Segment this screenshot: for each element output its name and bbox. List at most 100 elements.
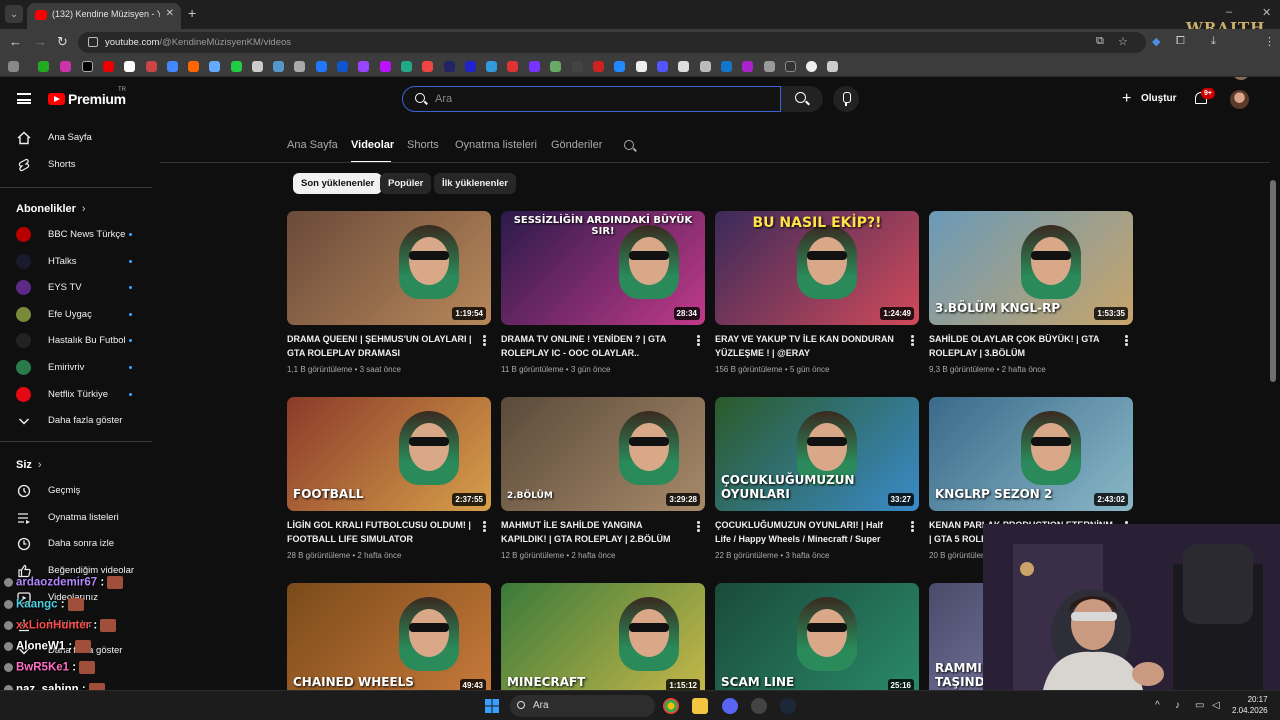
more-options-icon[interactable] (483, 335, 486, 346)
bookmark-icon[interactable] (593, 61, 604, 72)
bookmark-icon[interactable] (422, 61, 433, 72)
video-title[interactable]: ÇOCUKLUĞUMUZUN OYUNLARI! | Half Life / H… (715, 519, 900, 547)
search-button[interactable] (781, 86, 823, 112)
video-title[interactable]: ERAY VE YAKUP TV İLE KAN DONDURAN YÜZLEŞ… (715, 333, 900, 361)
more-options-icon[interactable] (697, 521, 700, 532)
steam-icon[interactable] (780, 698, 796, 714)
more-options-icon[interactable] (697, 335, 700, 346)
new-tab-button[interactable]: + (188, 5, 196, 21)
forward-button[interactable]: → (34, 34, 47, 49)
bookmark-icon[interactable] (614, 61, 625, 72)
sidebar-item-home[interactable]: Ana Sayfa (0, 125, 154, 151)
tab-posts[interactable]: Gönderiler (551, 139, 602, 151)
bookmark-icon[interactable] (721, 61, 732, 72)
video-card[interactable]: 1:19:54 DRAMA QUEEN! | ŞEHMUS'UN OLAYLARI… (287, 211, 491, 381)
sidebar-item-history[interactable]: Geçmiş (0, 478, 154, 504)
apps-icon[interactable] (8, 61, 19, 72)
more-options-icon[interactable] (911, 521, 914, 532)
video-card[interactable]: SCAM LINE 25:16 (715, 583, 919, 697)
bookmark-icon[interactable] (167, 61, 178, 72)
bookmark-icon[interactable] (401, 61, 412, 72)
chip-oldest[interactable]: İlk yüklenenler (434, 173, 517, 194)
bookmark-icon[interactable] (742, 61, 753, 72)
video-card[interactable]: MINECRAFT 1:15:12 (501, 583, 705, 697)
video-card[interactable]: FOOTBALL 2:37:55 LİGİN GOL KRALI FUTBOLCUS… (287, 397, 491, 567)
video-card[interactable]: 2.BÖLÜM 3:29:28 MAHMUT İLE SAHİLDE YANGINA… (501, 397, 705, 567)
tray-chevron-icon[interactable]: ^ (1155, 700, 1160, 711)
search-input[interactable] (435, 90, 765, 108)
bookmark-icon[interactable] (827, 61, 838, 72)
video-thumbnail[interactable]: ÇOCUKLUĞUMUZUN OYUNLARI 33:27 (715, 397, 919, 511)
search-box[interactable] (402, 86, 781, 112)
close-window-icon[interactable]: ✕ (1262, 6, 1271, 19)
sidebar-item-playlists[interactable]: Oynatma listeleri (0, 505, 154, 531)
sidebar-show-more[interactable]: Daha fazla göster (0, 408, 154, 434)
video-thumbnail[interactable]: MINECRAFT 1:15:12 (501, 583, 705, 697)
video-card[interactable]: SESSİZLİĞİN ARDINDAKİ BÜYÜK SIR! 28:34 DRA… (501, 211, 705, 381)
bookmark-icon[interactable] (678, 61, 689, 72)
address-bar[interactable]: youtube.com/@KendineMüzisyenKM/videos ⧉ … (78, 32, 1146, 53)
video-title[interactable]: LİGİN GOL KRALI FUTBOLCUSU OLDUM! | FOOT… (287, 519, 472, 547)
video-thumbnail[interactable]: CHAINED WHEELS 49:43 (287, 583, 491, 697)
bookmark-icon[interactable] (486, 61, 497, 72)
video-thumbnail[interactable]: SESSİZLİĞİN ARDINDAKİ BÜYÜK SIR! 28:34 (501, 211, 705, 325)
tab-playlists[interactable]: Oynatma listeleri (455, 139, 537, 151)
downloads-icon[interactable]: ⤓ (1211, 35, 1216, 48)
sidebar-subscription-item[interactable]: Emirivriv (0, 355, 154, 381)
chip-popular[interactable]: Popüler (380, 173, 432, 194)
sidebar-item-shorts[interactable]: Shorts (0, 152, 154, 178)
voice-search-button[interactable] (833, 86, 859, 112)
menu-icon[interactable] (17, 93, 31, 104)
more-options-icon[interactable] (911, 335, 914, 346)
extensions-icon[interactable]: ⧠ (1176, 35, 1185, 48)
video-title[interactable]: DRAMA QUEEN! | ŞEHMUS'UN OLAYLARI | GTA … (287, 333, 472, 361)
sidebar-subscription-item[interactable]: HTalks (0, 249, 154, 275)
bookmark-icon[interactable] (124, 61, 135, 72)
sidebar-subscription-item[interactable]: Efe Uygaç (0, 302, 154, 328)
subscriptions-header[interactable]: Abonelikler › (16, 203, 86, 215)
youtube-logo-icon[interactable] (48, 93, 65, 105)
video-title[interactable]: SAHİLDE OLAYLAR ÇOK BÜYÜK! | GTA ROLEPLA… (929, 333, 1114, 361)
video-thumbnail[interactable]: KNGLRP SEZON 2 2:43:02 (929, 397, 1133, 511)
windows-start-icon[interactable] (484, 698, 500, 714)
back-button[interactable]: ← (9, 34, 22, 49)
bookmark-icon[interactable] (380, 61, 391, 72)
volume-icon[interactable]: ◁ (1212, 700, 1220, 711)
bookmark-icon[interactable] (636, 61, 647, 72)
video-thumbnail[interactable]: BU NASIL EKİP?! 1:24:49 (715, 211, 919, 325)
bookmark-icon[interactable] (700, 61, 711, 72)
extension-shield-icon[interactable]: ◆ (1152, 35, 1160, 48)
bookmark-icon[interactable] (316, 61, 327, 72)
channel-search-icon[interactable] (624, 140, 634, 150)
video-title[interactable]: MAHMUT İLE SAHİLDE YANGINA KAPILDIK! | G… (501, 519, 686, 547)
video-card[interactable]: ÇOCUKLUĞUMUZUN OYUNLARI 33:27 ÇOCUKLUĞUMUZ… (715, 397, 919, 567)
video-card[interactable]: BU NASIL EKİP?! 1:24:49 ERAY VE YAKUP TV İ… (715, 211, 919, 381)
you-header[interactable]: Siz › (16, 459, 42, 471)
more-options-icon[interactable] (1125, 335, 1128, 346)
mic-tray-icon[interactable]: ♪ (1175, 700, 1180, 711)
video-thumbnail[interactable]: SCAM LINE 25:16 (715, 583, 919, 697)
site-info-icon[interactable] (88, 37, 98, 47)
page-scrollbar[interactable] (1270, 180, 1276, 382)
bookmark-icon[interactable] (529, 61, 540, 72)
bookmark-icon[interactable] (550, 61, 561, 72)
tab-shorts[interactable]: Shorts (407, 139, 439, 151)
sidebar-subscription-item[interactable]: EYS TV (0, 275, 154, 301)
install-app-icon[interactable]: ⧉ (1096, 35, 1104, 48)
close-tab-icon[interactable]: ✕ (166, 8, 174, 19)
bookmark-icon[interactable] (103, 61, 114, 72)
taskbar-clock[interactable]: 20:17 2.04.2026 (1232, 694, 1268, 716)
chip-latest[interactable]: Son yüklenenler (293, 173, 383, 194)
video-thumbnail[interactable]: FOOTBALL 2:37:55 (287, 397, 491, 511)
network-icon[interactable]: ▭ (1195, 700, 1204, 711)
bookmark-icon[interactable] (82, 61, 93, 72)
bookmark-icon[interactable] (231, 61, 242, 72)
bookmark-icon[interactable] (764, 61, 775, 72)
bookmark-icon[interactable] (444, 61, 455, 72)
bookmark-icon[interactable] (572, 61, 583, 72)
video-thumbnail[interactable]: 3.BÖLÜM KNGL-RP 1:53:35 (929, 211, 1133, 325)
browser-tab-youtube[interactable]: (132) Kendine Müzisyen - YouTube ✕ (27, 3, 181, 29)
bookmark-icon[interactable] (337, 61, 348, 72)
tab-home[interactable]: Ana Sayfa (287, 139, 338, 151)
bookmark-icon[interactable] (358, 61, 369, 72)
